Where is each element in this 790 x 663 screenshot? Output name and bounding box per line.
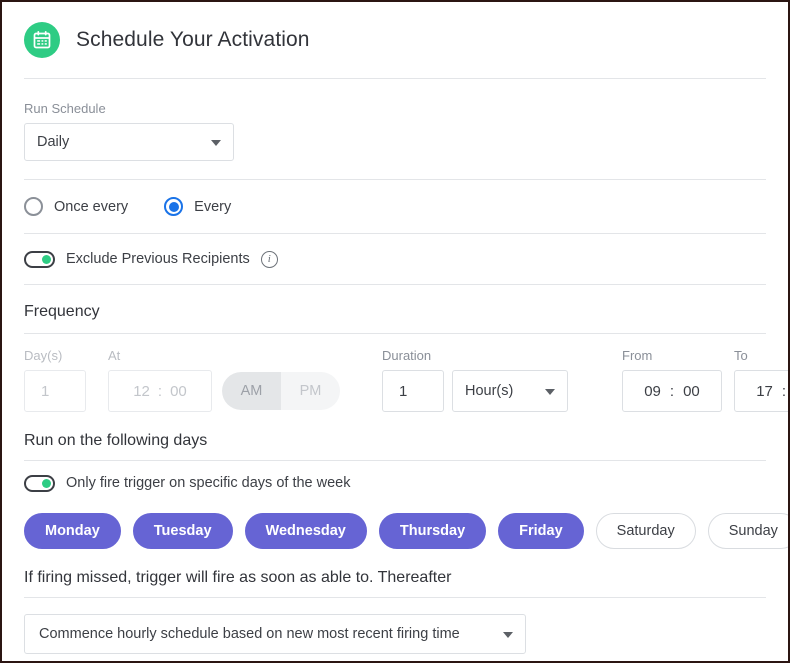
- chevron-down-icon: [545, 389, 555, 395]
- radio-every-label: Every: [194, 199, 231, 215]
- at-group: At 12 : 00 AM PM: [108, 348, 340, 412]
- duration-value: 1: [399, 383, 407, 400]
- ampm-pm-option[interactable]: PM: [281, 372, 340, 410]
- day-chip-saturday[interactable]: Saturday: [596, 513, 696, 549]
- duration-unit-select[interactable]: Hour(s): [452, 370, 568, 412]
- day-chip-tuesday[interactable]: Tuesday: [133, 513, 233, 549]
- exclude-previous-toggle[interactable]: [24, 251, 55, 268]
- frequency-fields: Day(s) 1 At 12 : 00 AM PM: [2, 348, 788, 412]
- chevron-down-icon: [503, 632, 513, 638]
- run-schedule-select[interactable]: Daily: [24, 123, 234, 161]
- to-separator: :: [782, 383, 786, 400]
- duration-unit-value: Hour(s): [465, 383, 513, 399]
- toggle-knob: [42, 255, 51, 264]
- to-hour: 17: [756, 383, 773, 400]
- run-days-title: Run on the following days: [2, 432, 788, 450]
- info-icon[interactable]: i: [261, 251, 278, 268]
- at-separator: :: [158, 383, 162, 400]
- days-group: Day(s) 1: [24, 348, 86, 412]
- from-hour: 09: [644, 383, 661, 400]
- interval-mode-group: Once every Every: [2, 180, 788, 233]
- to-time-input[interactable]: 17 : 00: [734, 370, 790, 412]
- radio-every[interactable]: Every: [164, 197, 231, 216]
- run-schedule-group: Run Schedule Daily: [2, 101, 788, 161]
- radio-once-every-indicator[interactable]: [24, 197, 43, 216]
- from-separator: :: [670, 383, 674, 400]
- missed-firing-label: If firing missed, trigger will fire as s…: [2, 569, 788, 587]
- from-time-input[interactable]: 09 : 00: [622, 370, 722, 412]
- at-hour: 12: [133, 383, 150, 400]
- to-group: To 17 : 00: [734, 348, 790, 412]
- from-group: From 09 : 00: [622, 348, 722, 412]
- page-title: Schedule Your Activation: [76, 28, 310, 52]
- days-input[interactable]: 1: [24, 370, 86, 412]
- frequency-title: Frequency: [2, 303, 788, 321]
- missed-firing-group: Commence hourly schedule based on new mo…: [2, 614, 788, 654]
- ampm-toggle[interactable]: AM PM: [222, 372, 340, 410]
- exclude-previous-group: Exclude Previous Recipients i: [2, 234, 788, 284]
- run-schedule-value: Daily: [37, 134, 69, 150]
- duration-input[interactable]: 1: [382, 370, 444, 412]
- radio-once-every-label: Once every: [54, 199, 128, 215]
- day-chips: Monday Tuesday Wednesday Thursday Friday…: [2, 513, 788, 549]
- missed-firing-value: Commence hourly schedule based on new mo…: [39, 626, 460, 642]
- day-chip-monday[interactable]: Monday: [24, 513, 121, 549]
- toggle-knob: [42, 479, 51, 488]
- radio-every-indicator[interactable]: [164, 197, 183, 216]
- days-label: Day(s): [24, 348, 86, 363]
- duration-label: Duration: [382, 348, 568, 363]
- specific-days-label: Only fire trigger on specific days of th…: [66, 475, 351, 491]
- from-label: From: [622, 348, 722, 363]
- duration-group: Duration 1 Hour(s): [382, 348, 568, 412]
- specific-days-toggle[interactable]: [24, 475, 55, 492]
- radio-once-every[interactable]: Once every: [24, 197, 128, 216]
- exclude-previous-label: Exclude Previous Recipients: [66, 251, 250, 267]
- calendar-icon: [24, 22, 60, 58]
- from-minute: 00: [683, 383, 700, 400]
- missed-firing-select[interactable]: Commence hourly schedule based on new mo…: [24, 614, 526, 654]
- at-minute: 00: [170, 383, 187, 400]
- at-label: At: [108, 348, 340, 363]
- ampm-am-option[interactable]: AM: [222, 372, 281, 410]
- day-chip-friday[interactable]: Friday: [498, 513, 584, 549]
- to-label: To: [734, 348, 790, 363]
- day-chip-sunday[interactable]: Sunday: [708, 513, 790, 549]
- run-schedule-label: Run Schedule: [24, 101, 766, 116]
- run-days-toggle-group: Only fire trigger on specific days of th…: [2, 461, 788, 505]
- days-value: 1: [41, 383, 49, 400]
- panel-header: Schedule Your Activation: [2, 2, 788, 78]
- day-chip-thursday[interactable]: Thursday: [379, 513, 486, 549]
- schedule-activation-panel: Schedule Your Activation Run Schedule Da…: [0, 0, 790, 663]
- day-chip-wednesday[interactable]: Wednesday: [245, 513, 367, 549]
- chevron-down-icon: [211, 140, 221, 146]
- at-time-input[interactable]: 12 : 00: [108, 370, 212, 412]
